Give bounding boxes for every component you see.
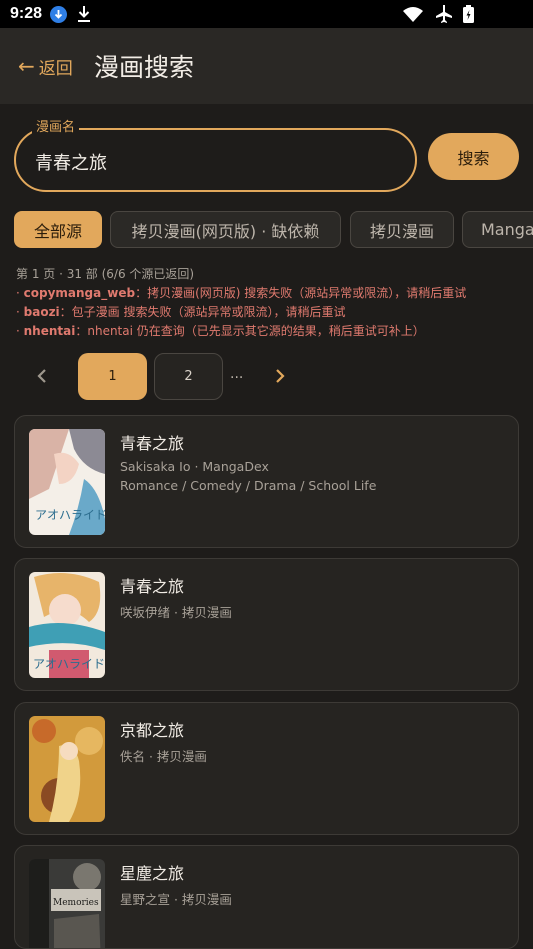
previous-page-icon[interactable]	[32, 364, 54, 388]
back-button[interactable]: ← 返回	[18, 54, 73, 79]
back-label: 返回	[38, 58, 73, 79]
manga-name-field[interactable]: 漫画名 青春之旅	[14, 120, 417, 192]
error-message: ：拷贝漫画(网页版) 搜索失败（源站异常或限流），请稍后重试	[135, 286, 467, 300]
chip-mangadex[interactable]: MangaDex	[462, 211, 533, 248]
result-card[interactable]: アオハライド 青春之旅 Sakisaka Io · MangaDex Roman…	[14, 415, 519, 548]
source-error-line: · baozi：包子漫画 搜索失败（源站异常或限流），请稍后重试	[16, 305, 346, 319]
manga-title: 青春之旅	[120, 577, 185, 596]
page-title: 漫画搜索	[94, 53, 195, 82]
svg-text:アオハライド: アオハライド	[33, 657, 105, 671]
manga-genres: Romance / Comedy / Drama / School Life	[120, 478, 377, 493]
download-status-icon	[50, 6, 67, 23]
chip-all-sources[interactable]: 全部源	[14, 211, 102, 248]
app-header: ← 返回 漫画搜索	[0, 28, 533, 104]
page-button-current[interactable]: 1	[78, 353, 147, 400]
manga-author-source: Sakisaka Io · MangaDex	[120, 459, 269, 474]
status-bar: 9:28	[0, 0, 533, 28]
search-button[interactable]: 搜索	[428, 133, 519, 180]
manga-author-source: 佚名 · 拷贝漫画	[120, 749, 207, 764]
error-source: baozi	[23, 305, 60, 319]
manga-title: 京都之旅	[120, 721, 185, 740]
error-source: nhentai	[23, 324, 76, 338]
chip-copymanga-web[interactable]: 拷贝漫画(网页版) · 缺依赖	[110, 211, 341, 248]
manga-title: 青春之旅	[120, 434, 185, 453]
pagination: 1 2 ...	[0, 352, 533, 402]
manga-name-input[interactable]: 青春之旅	[35, 149, 107, 175]
next-page-icon[interactable]	[268, 364, 290, 388]
source-filter-chips: 全部源 拷贝漫画(网页版) · 缺依赖 拷贝漫画 MangaDex	[14, 211, 533, 249]
manga-cover-image: アオハライド	[29, 429, 105, 535]
manga-title: 星塵之旅	[120, 864, 185, 883]
svg-text:Memories: Memories	[53, 898, 99, 908]
source-error-line: · copymanga_web：拷贝漫画(网页版) 搜索失败（源站异常或限流），…	[16, 286, 467, 300]
airplane-icon	[436, 5, 452, 23]
manga-cover-image	[29, 716, 105, 822]
status-time: 9:28	[10, 5, 43, 22]
chip-copymanga[interactable]: 拷贝漫画	[350, 211, 454, 248]
results-summary: 第 1 页 · 31 部 (6/6 个源已返回)	[16, 267, 195, 281]
svg-text:アオハライド: アオハライド	[35, 508, 105, 522]
download-arrow-icon	[78, 6, 90, 22]
error-message: ：nhentai 仍在查询（已先显示其它源的结果，稍后重试可补上）	[75, 324, 425, 338]
manga-cover-image: アオハライド	[29, 572, 105, 678]
error-source: copymanga_web	[23, 286, 136, 300]
battery-icon	[463, 5, 474, 23]
manga-author-source: 咲坂伊绪 · 拷贝漫画	[120, 605, 232, 620]
manga-cover-image: Memories	[29, 859, 105, 948]
result-card[interactable]: Memories 星塵之旅 星野之宣 · 拷贝漫画	[14, 845, 519, 949]
status-right-icons	[401, 5, 501, 23]
page-button-next[interactable]: 2	[154, 353, 223, 400]
manga-author-source: 星野之宣 · 拷贝漫画	[120, 892, 232, 907]
source-error-line: · nhentai：nhentai 仍在查询（已先显示其它源的结果，稍后重试可补…	[16, 324, 425, 338]
page-ellipsis: ...	[230, 366, 244, 382]
back-arrow-icon: ←	[18, 54, 35, 78]
wifi-icon	[403, 7, 423, 22]
result-card[interactable]: 京都之旅 佚名 · 拷贝漫画	[14, 702, 519, 835]
result-card[interactable]: アオハライド 青春之旅 咲坂伊绪 · 拷贝漫画	[14, 558, 519, 691]
error-message: ：包子漫画 搜索失败（源站异常或限流），请稍后重试	[59, 305, 346, 319]
manga-name-field-label: 漫画名	[32, 120, 80, 136]
